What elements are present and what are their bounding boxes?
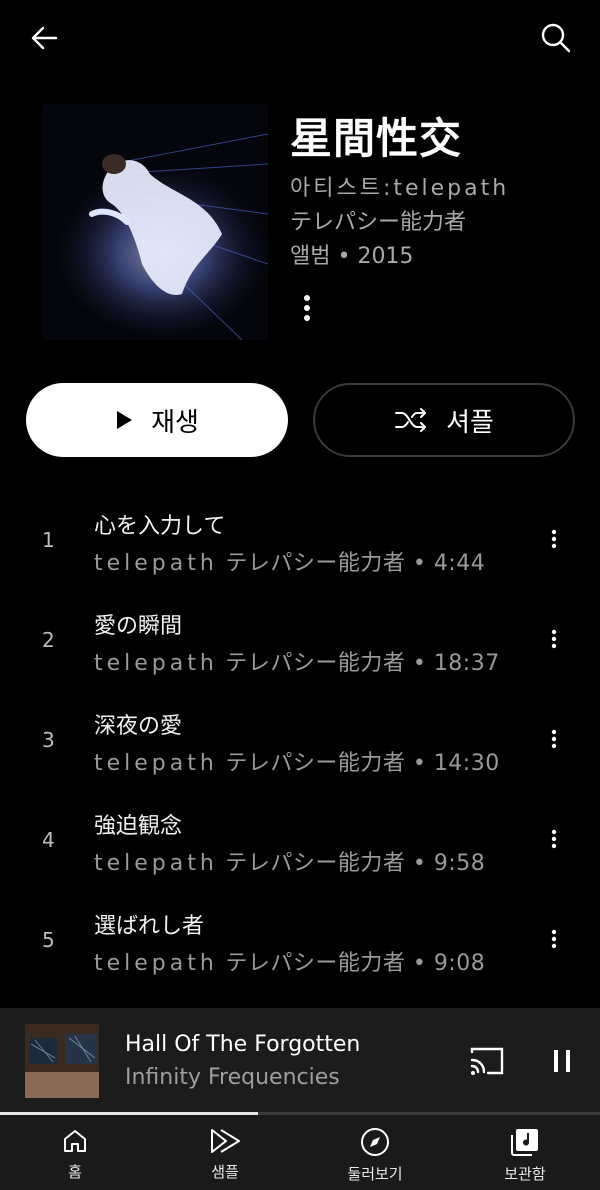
track-more-icon[interactable]: [540, 924, 568, 954]
track-subtitle: telepath テレパシー能力者 • 18:37: [94, 645, 500, 677]
track-subtitle: telepath テレパシー能力者 • 14:30: [94, 745, 500, 777]
album-artist-alt: テレパシー能力者: [290, 210, 467, 235]
play-icon: [117, 411, 133, 429]
top-bar: [0, 0, 600, 80]
track-duration: • 4:44: [412, 551, 486, 576]
track-title: 心を入力して: [94, 514, 226, 539]
home-icon: [64, 1130, 86, 1152]
mini-player[interactable]: Hall Of The Forgotten Infinity Frequenci…: [0, 1008, 600, 1114]
shuffle-button[interactable]: 셔플: [313, 383, 575, 457]
track-row[interactable]: 4 強迫観念 telepath テレパシー能力者 • 9:58: [0, 790, 600, 890]
bottom-navigation: 홈 샘플 둘러보기 보관함: [0, 1115, 600, 1190]
album-title: 星間性交: [290, 114, 463, 163]
track-artist-alt: テレパシー能力者: [225, 851, 406, 876]
arrow-left-icon[interactable]: [20, 14, 68, 62]
track-number: 3: [42, 728, 55, 752]
track-list: 1 心を入力して telepath テレパシー能力者 • 4:44 2 愛の瞬間…: [0, 490, 600, 990]
track-title: 強迫観念: [94, 814, 183, 839]
nav-label-library: 보관함: [504, 1165, 546, 1183]
track-row[interactable]: 1 心を入力して telepath テレパシー能力者 • 4:44: [0, 490, 600, 590]
track-title: 選ばれし者: [94, 914, 205, 939]
track-row[interactable]: 2 愛の瞬間 telepath テレパシー能力者 • 18:37: [0, 590, 600, 690]
track-subtitle: telepath テレパシー能力者 • 9:58: [94, 845, 485, 877]
samples-icon: [211, 1129, 240, 1153]
track-duration: • 14:30: [412, 751, 500, 776]
track-artist-alt: テレパシー能力者: [225, 751, 406, 776]
more-options-icon[interactable]: [292, 290, 322, 326]
cast-icon[interactable]: [468, 1044, 506, 1078]
track-title: 愛の瞬間: [94, 614, 183, 639]
now-playing-title: Hall Of The Forgotten: [125, 1032, 361, 1057]
search-icon[interactable]: [532, 14, 580, 62]
track-duration: • 9:58: [412, 851, 486, 876]
track-number: 1: [42, 528, 55, 552]
track-more-icon[interactable]: [540, 524, 568, 554]
track-number: 4: [42, 828, 55, 852]
track-subtitle: telepath テレパシー能力者 • 9:08: [94, 945, 485, 977]
library-icon: [511, 1129, 538, 1156]
track-row[interactable]: 5 選ばれし者 telepath テレパシー能力者 • 9:08: [0, 890, 600, 990]
now-playing-artist: Infinity Frequencies: [125, 1065, 340, 1090]
shuffle-label: 셔플: [446, 407, 494, 438]
track-more-icon[interactable]: [540, 624, 568, 654]
shuffle-icon: [395, 408, 427, 432]
track-duration: • 9:08: [412, 951, 486, 976]
play-button[interactable]: 재생: [26, 383, 288, 457]
now-playing-cover: [25, 1024, 99, 1098]
album-artist[interactable]: 아티스트:telepath: [290, 172, 590, 206]
album-info: 星間性交 아티스트:telepath テレパシー能力者 앨범 • 2015: [290, 112, 590, 274]
nav-item-home[interactable]: 홈: [0, 1115, 150, 1190]
track-title: 深夜の愛: [94, 714, 183, 739]
track-artist: telepath: [94, 651, 218, 676]
track-artist: telepath: [94, 951, 218, 976]
track-more-icon[interactable]: [540, 724, 568, 754]
track-artist: telepath: [94, 551, 218, 576]
album-cover: [42, 104, 268, 340]
track-duration: • 18:37: [412, 651, 500, 676]
track-artist-alt: テレパシー能力者: [225, 951, 406, 976]
explore-compass-icon: [361, 1128, 389, 1156]
nav-item-explore[interactable]: 둘러보기: [300, 1115, 450, 1190]
track-number: 5: [42, 928, 55, 952]
track-number: 2: [42, 628, 55, 652]
album-type-year: 앨범 • 2015: [290, 244, 414, 269]
nav-item-samples[interactable]: 샘플: [150, 1115, 300, 1190]
play-label: 재생: [151, 407, 199, 438]
nav-label-samples: 샘플: [211, 1163, 239, 1181]
album-cover-figure: [42, 104, 268, 340]
track-subtitle: telepath テレパシー能力者 • 4:44: [94, 545, 485, 577]
track-more-icon[interactable]: [540, 824, 568, 854]
track-artist-alt: テレパシー能力者: [225, 651, 406, 676]
track-artist-alt: テレパシー能力者: [225, 551, 406, 576]
track-row[interactable]: 3 深夜の愛 telepath テレパシー能力者 • 14:30: [0, 690, 600, 790]
nav-item-library[interactable]: 보관함: [450, 1115, 600, 1190]
nav-label-home: 홈: [68, 1163, 82, 1181]
track-artist: telepath: [94, 851, 218, 876]
pause-icon[interactable]: [545, 1044, 579, 1078]
nav-label-explore: 둘러보기: [347, 1165, 403, 1183]
track-artist: telepath: [94, 751, 218, 776]
